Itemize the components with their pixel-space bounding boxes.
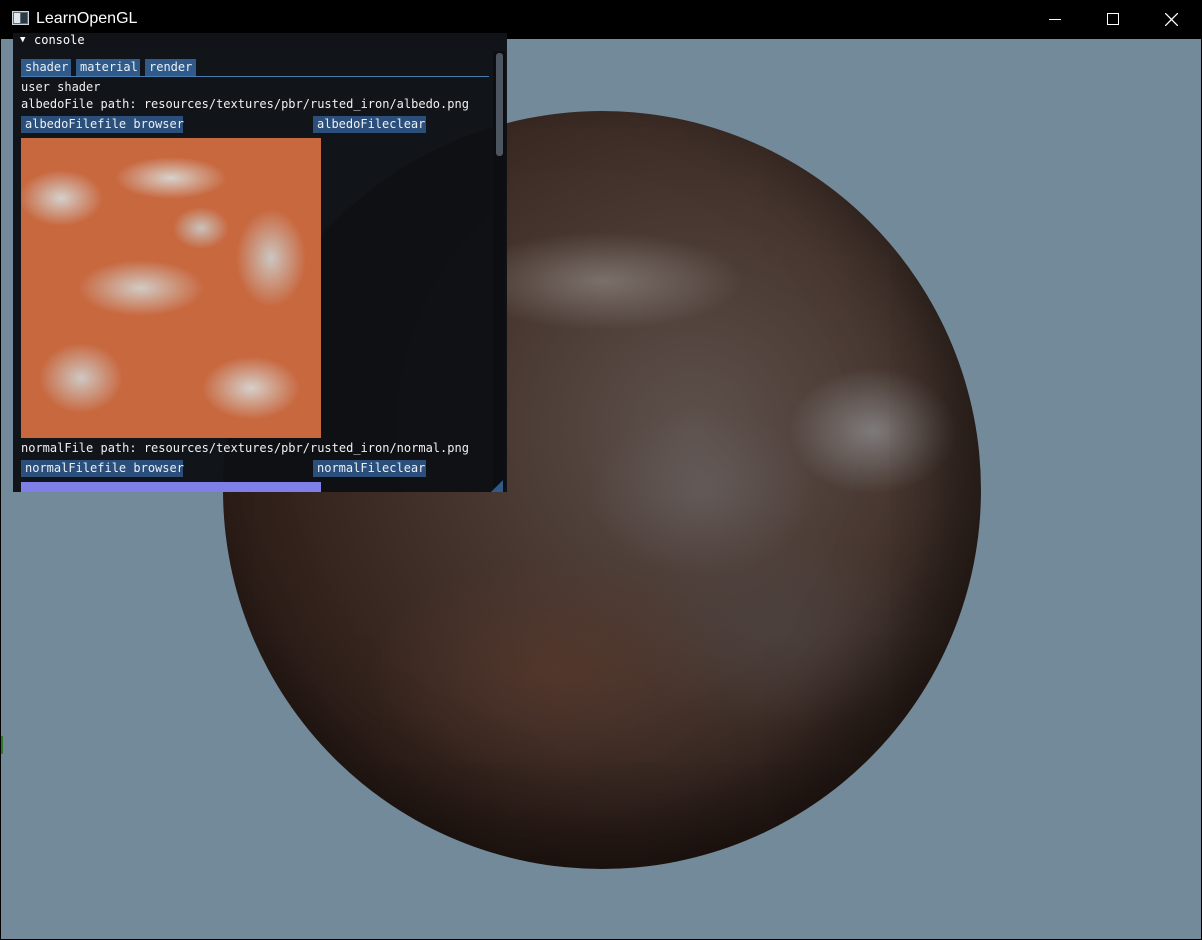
- window-title: LearnOpenGL: [36, 10, 138, 27]
- console-resize-grip[interactable]: [491, 480, 503, 492]
- viewport-edge-marker: [1, 736, 3, 754]
- maximize-button[interactable]: [1084, 0, 1142, 39]
- console-window[interactable]: ▼ console shader material render user sh…: [13, 33, 507, 492]
- normal-file-clear-button[interactable]: normalFileclear: [313, 460, 426, 477]
- tab-shader[interactable]: shader: [21, 59, 71, 76]
- albedo-file-clear-button[interactable]: albedoFileclear: [313, 116, 426, 133]
- albedo-file-browser-button[interactable]: albedoFilefile browser: [21, 116, 184, 133]
- app-window-icon: [12, 11, 29, 25]
- albedo-path-text: albedoFile path: resources/textures/pbr/…: [21, 97, 469, 111]
- minimize-button[interactable]: [1026, 0, 1084, 39]
- console-scrollbar-thumb[interactable]: [496, 53, 503, 156]
- collapse-arrow-icon[interactable]: ▼: [20, 35, 25, 45]
- tab-material[interactable]: material: [76, 59, 140, 76]
- albedo-texture-preview: [21, 138, 321, 438]
- console-title: console: [34, 33, 85, 47]
- close-icon: [1165, 13, 1178, 26]
- normal-file-browser-button[interactable]: normalFilefile browser: [21, 460, 184, 477]
- user-shader-label: user shader: [21, 80, 101, 94]
- tab-bar-underline: [21, 76, 489, 77]
- normal-texture-preview: [21, 482, 321, 492]
- normal-path-text: normalFile path: resources/textures/pbr/…: [21, 441, 469, 455]
- close-button[interactable]: [1142, 0, 1200, 39]
- tab-render[interactable]: render: [145, 59, 196, 76]
- console-header[interactable]: ▼ console: [13, 33, 507, 49]
